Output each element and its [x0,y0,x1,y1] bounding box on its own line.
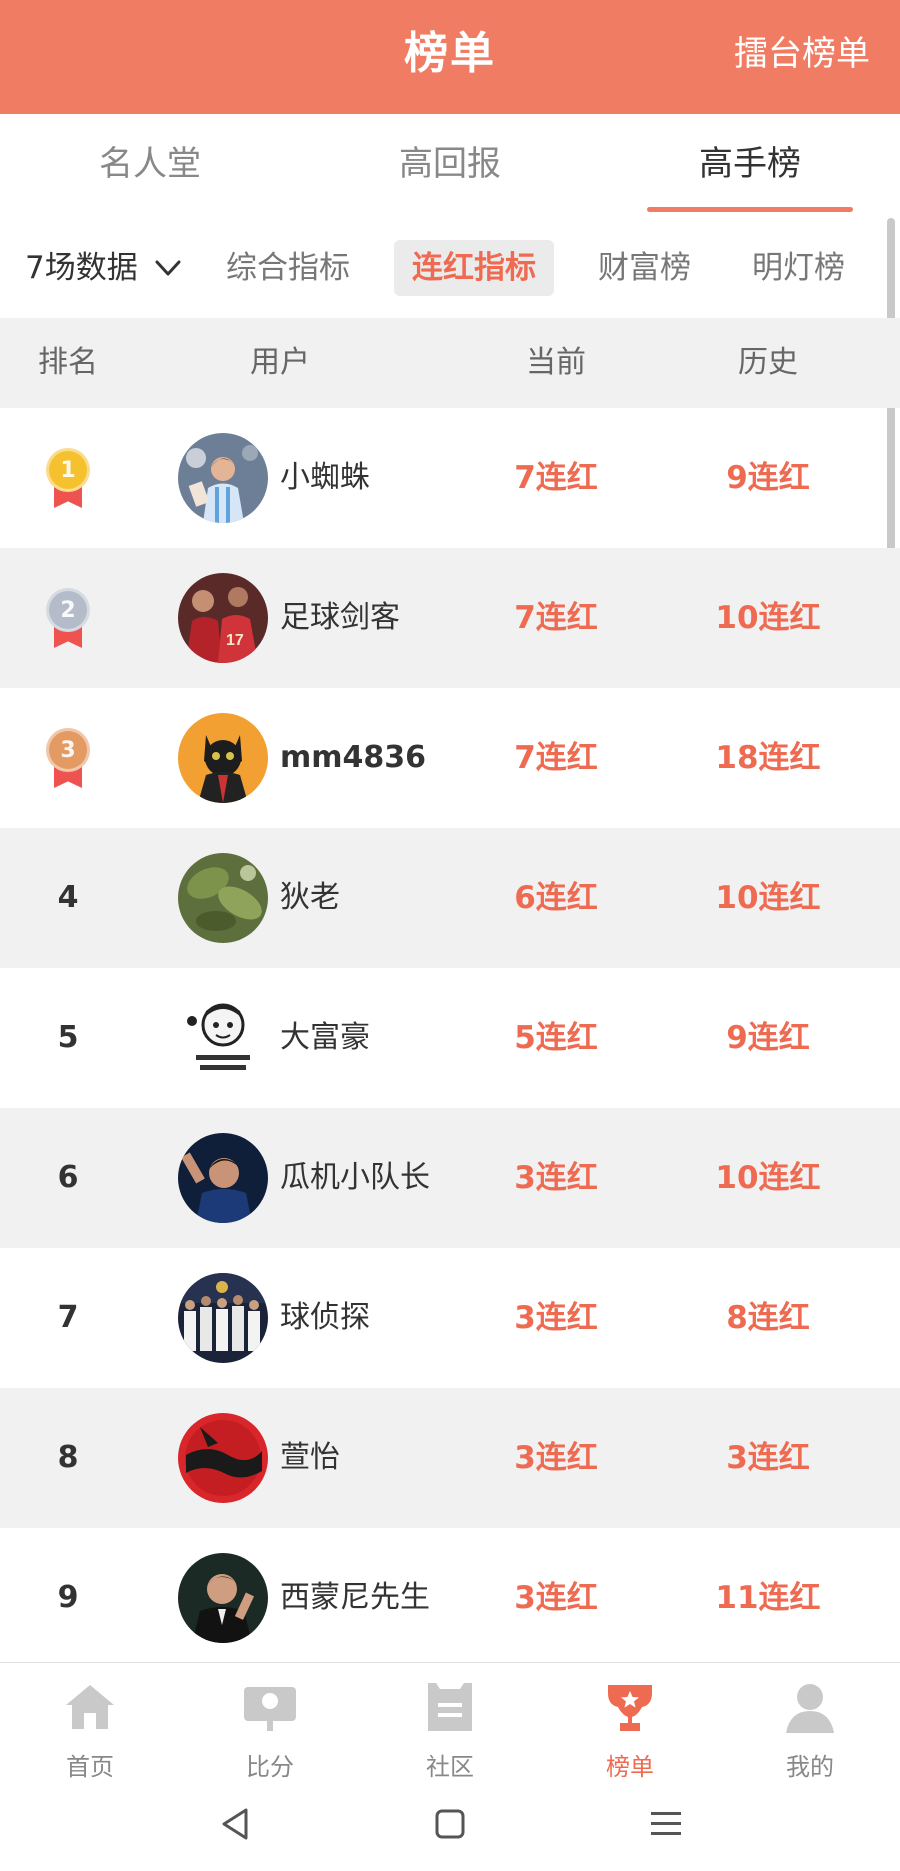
avatar[interactable]: 17 [178,573,268,663]
rank-number: 6 [57,1160,79,1195]
nav-score[interactable]: 比分 [180,1663,360,1782]
trophy-icon [608,1685,652,1731]
table-row[interactable]: 7 球侦探 3连红 8连红 [0,1248,900,1388]
table-row[interactable]: 3 mm4836 7连红 18连红 [0,688,900,828]
nav-label: 榜单 [606,1753,654,1781]
home-icon [66,1685,114,1729]
table-row[interactable]: 1 小蜘蛛 7连红 9连红 [0,408,900,548]
avatar[interactable] [178,1553,268,1643]
avatar[interactable] [178,1273,268,1363]
column-rank: 排名 [38,345,98,380]
system-nav-bar [0,1782,900,1871]
avatar[interactable] [178,993,268,1083]
history-streak: 8连红 [726,1300,810,1336]
nav-home[interactable]: 首页 [0,1663,180,1782]
history-streak: 10连红 [715,1160,821,1196]
tab-high-return[interactable]: 高回报 [300,114,600,220]
filter-spotlight[interactable]: 明灯榜 [734,240,863,296]
score-icon [244,1687,296,1731]
history-streak: 18连红 [715,740,821,776]
username: 西蒙尼先生 [280,1580,430,1615]
avatar[interactable] [178,1133,268,1223]
current-streak: 3连红 [514,1160,598,1196]
rank-number: 9 [57,1580,79,1615]
username: 狄老 [280,880,340,915]
username: 瓜机小队长 [280,1160,430,1195]
leaderboard-list: 1 小蜘蛛 7连红 9连红 2 17 足球剑客 7连红 10连红 3 mm483… [0,408,900,1668]
nav-label: 我的 [786,1753,834,1781]
rank-number: 8 [57,1440,79,1475]
silver-medal-icon: 2 [44,588,92,652]
current-streak: 5连红 [514,1020,598,1056]
nav-label: 社区 [426,1753,474,1781]
history-streak: 11连红 [715,1580,821,1616]
username: 大富豪 [280,1020,370,1055]
rank-number: 7 [57,1300,79,1335]
nav-community[interactable]: 社区 [360,1663,540,1782]
back-icon[interactable] [216,1804,256,1844]
filter-row: 7场数据 综合指标 连红指标 财富榜 明灯榜 [0,220,900,316]
nav-leaderboard[interactable]: 榜单 [540,1663,720,1782]
username: 萱怡 [280,1440,340,1475]
profile-icon [786,1684,834,1733]
menu-icon[interactable] [646,1804,686,1844]
avatar[interactable] [178,713,268,803]
table-row[interactable]: 2 17 足球剑客 7连红 10连红 [0,548,900,688]
current-streak: 7连红 [514,460,598,496]
column-current: 当前 [526,345,586,380]
history-streak: 9连红 [726,460,810,496]
home-button-icon[interactable] [430,1804,470,1844]
avatar[interactable] [178,853,268,943]
current-streak: 3连红 [514,1580,598,1616]
history-streak: 10连红 [715,600,821,636]
rank-number: 5 [57,1020,79,1055]
current-streak: 3连红 [514,1300,598,1336]
leaderboard-page: 榜单 擂台榜单 名人堂 高回报 高手榜 7场数据 综合指标 连红指标 财富榜 明… [0,0,900,1871]
history-streak: 3连红 [726,1440,810,1476]
table-row[interactable]: 8 萱怡 3连红 3连红 [0,1388,900,1528]
app-header: 榜单 擂台榜单 [0,0,900,114]
history-streak: 9连红 [726,1020,810,1056]
table-header: 排名 用户 当前 历史 [0,318,900,408]
table-row[interactable]: 6 瓜机小队长 3连红 10连红 [0,1108,900,1248]
history-streak: 10连红 [715,880,821,916]
main-tabs: 名人堂 高回报 高手榜 [0,114,900,220]
chevron-down-icon [155,260,181,276]
username: mm4836 [280,740,427,775]
nav-label: 首页 [66,1753,114,1781]
tab-experts[interactable]: 高手榜 [600,114,900,220]
table-row[interactable]: 4 狄老 6连红 10连红 [0,828,900,968]
table-row[interactable]: 5 大富豪 5连红 9连红 [0,968,900,1108]
period-label: 7场数据 [25,250,138,286]
filter-composite[interactable]: 综合指标 [208,240,368,296]
filter-wealth[interactable]: 财富榜 [580,240,709,296]
tab-hall-of-fame[interactable]: 名人堂 [0,114,300,220]
username: 足球剑客 [280,600,400,635]
bronze-medal-icon: 3 [44,728,92,792]
current-streak: 7连红 [514,600,598,636]
period-dropdown[interactable]: 7场数据 [25,220,182,316]
avatar[interactable] [178,433,268,523]
avatar[interactable] [178,1413,268,1503]
nav-profile[interactable]: 我的 [720,1663,900,1782]
username: 球侦探 [280,1300,370,1335]
current-streak: 7连红 [514,740,598,776]
rank-number: 4 [57,880,79,915]
community-icon [428,1683,472,1731]
bottom-nav: 首页 比分 社区 榜单 我的 [0,1662,900,1782]
current-streak: 6连红 [514,880,598,916]
column-history: 历史 [738,345,798,380]
svg-text:17: 17 [226,632,244,649]
column-user: 用户 [250,345,310,380]
gold-medal-icon: 1 [44,448,92,512]
current-streak: 3连红 [514,1440,598,1476]
filter-streak[interactable]: 连红指标 [394,240,554,296]
table-row[interactable]: 9 西蒙尼先生 3连红 11连红 [0,1528,900,1668]
username: 小蜘蛛 [280,460,370,495]
nav-label: 比分 [246,1753,294,1781]
arena-leaderboard-link[interactable]: 擂台榜单 [734,0,870,114]
